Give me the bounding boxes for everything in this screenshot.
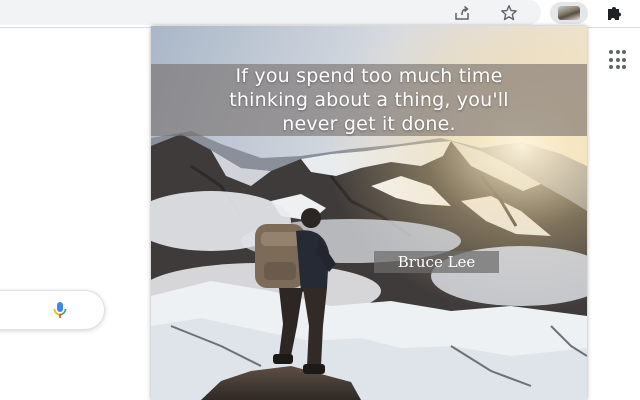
browser-toolbar xyxy=(0,0,640,28)
extension-popup: If you spend too much time thinking abou… xyxy=(151,26,587,400)
bookmark-star-icon[interactable] xyxy=(500,4,518,22)
microphone-icon[interactable] xyxy=(50,300,70,320)
quote-line: thinking about a thing, you'll xyxy=(229,89,509,111)
quote-line: never get it done. xyxy=(282,113,456,135)
puzzle-icon[interactable] xyxy=(605,4,623,22)
share-icon[interactable] xyxy=(453,4,471,22)
extension-thumbnail-icon xyxy=(558,6,580,20)
apps-grid-icon[interactable] xyxy=(609,50,629,70)
quote-line: If you spend too much time xyxy=(235,65,503,87)
quote-text: If you spend too much time thinking abou… xyxy=(151,64,587,136)
extension-thumbnail-button[interactable] xyxy=(550,2,588,24)
quote-author: Bruce Lee xyxy=(374,251,499,273)
